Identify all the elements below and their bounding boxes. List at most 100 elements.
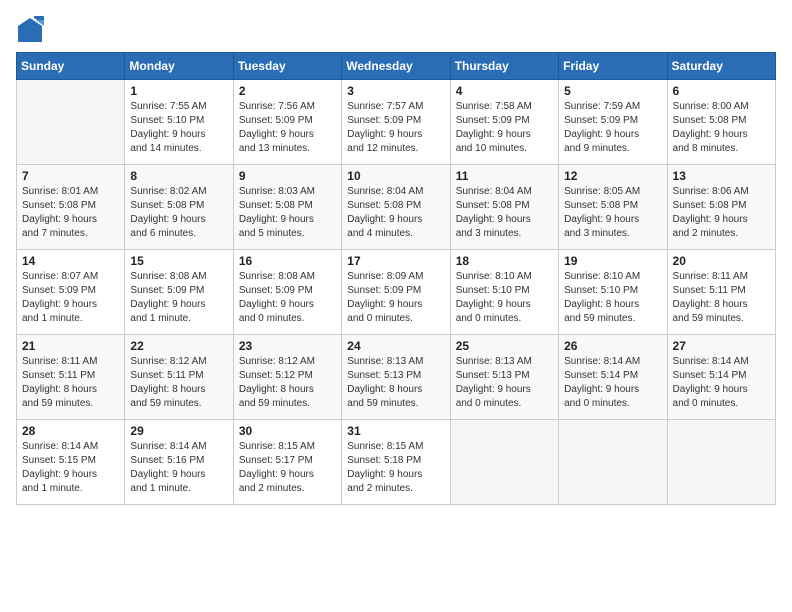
calendar-cell: 9Sunrise: 8:03 AM Sunset: 5:08 PM Daylig… bbox=[233, 165, 341, 250]
day-number: 28 bbox=[22, 424, 119, 438]
day-info: Sunrise: 8:10 AM Sunset: 5:10 PM Dayligh… bbox=[456, 270, 553, 326]
calendar-cell: 30 Sunrise: 8:15 AM Sunset: 5:17 PM Dayli… bbox=[233, 420, 341, 505]
weekday-header-row: SundayMondayTuesdayWednesdayThursdayFrid… bbox=[17, 53, 776, 80]
calendar-cell: 6 Sunrise: 8:00 AM Sunset: 5:08 PM Daylig… bbox=[667, 80, 775, 165]
calendar-cell: 24 Sunrise: 8:13 AM Sunset: 5:13 PM Dayli… bbox=[342, 335, 450, 420]
calendar-cell: 18 Sunrise: 8:10 AM Sunset: 5:10 PM Dayli… bbox=[450, 250, 558, 335]
calendar-table: SundayMondayTuesdayWednesdayThursdayFrid… bbox=[16, 52, 776, 505]
calendar-cell: 7 Sunrise: 8:01 AM Sunset: 5:08 PM Daylig… bbox=[17, 165, 125, 250]
day-info: Sunrise: 7:56 AM Sunset: 5:09 PM Dayligh… bbox=[239, 100, 336, 156]
day-info: Sunrise: 8:13 AM Sunset: 5:13 PM Dayligh… bbox=[347, 355, 444, 411]
calendar-cell: 5 Sunrise: 7:59 AM Sunset: 5:09 PM Daylig… bbox=[559, 80, 667, 165]
day-number: 4 bbox=[456, 84, 553, 98]
day-number: 2 bbox=[239, 84, 336, 98]
day-number: 31 bbox=[347, 424, 444, 438]
day-info: Sunrise: 8:00 AM Sunset: 5:08 PM Dayligh… bbox=[673, 100, 770, 156]
day-info: Sunrise: 7:57 AM Sunset: 5:09 PM Dayligh… bbox=[347, 100, 444, 156]
calendar-week-row: 7 Sunrise: 8:01 AM Sunset: 5:08 PM Daylig… bbox=[17, 165, 776, 250]
calendar-cell: 27 Sunrise: 8:14 AM Sunset: 5:14 PM Dayli… bbox=[667, 335, 775, 420]
weekday-header: Saturday bbox=[667, 53, 775, 80]
calendar-cell: 19 Sunrise: 8:10 AM Sunset: 5:10 PM Dayli… bbox=[559, 250, 667, 335]
day-info: Sunrise: 8:09 AM Sunset: 5:09 PM Dayligh… bbox=[347, 270, 444, 326]
day-info: Sunrise: 8:12 AM Sunset: 5:11 PM Dayligh… bbox=[130, 355, 227, 411]
calendar-cell: 8 Sunrise: 8:02 AM Sunset: 5:08 PM Daylig… bbox=[125, 165, 233, 250]
weekday-header: Thursday bbox=[450, 53, 558, 80]
day-number: 3 bbox=[347, 84, 444, 98]
day-info: Sunrise: 8:14 AM Sunset: 5:15 PM Dayligh… bbox=[22, 440, 119, 496]
calendar-cell bbox=[17, 80, 125, 165]
calendar-cell: 10 Sunrise: 8:04 AM Sunset: 5:08 PM Dayli… bbox=[342, 165, 450, 250]
day-info: Sunrise: 8:12 AM Sunset: 5:12 PM Dayligh… bbox=[239, 355, 336, 411]
calendar-cell bbox=[559, 420, 667, 505]
day-info: Sunrise: 8:15 AM Sunset: 5:18 PM Dayligh… bbox=[347, 440, 444, 496]
calendar-cell bbox=[450, 420, 558, 505]
day-info: Sunrise: 7:58 AM Sunset: 5:09 PM Dayligh… bbox=[456, 100, 553, 156]
day-number: 27 bbox=[673, 339, 770, 353]
calendar-cell: 3 Sunrise: 7:57 AM Sunset: 5:09 PM Daylig… bbox=[342, 80, 450, 165]
day-info: Sunrise: 8:14 AM Sunset: 5:16 PM Dayligh… bbox=[130, 440, 227, 496]
day-number: 5 bbox=[564, 84, 661, 98]
day-number: 18 bbox=[456, 254, 553, 268]
day-number: 21 bbox=[22, 339, 119, 353]
weekday-header: Tuesday bbox=[233, 53, 341, 80]
day-number: 29 bbox=[130, 424, 227, 438]
page-header bbox=[16, 16, 776, 44]
calendar-cell: 25 Sunrise: 8:13 AM Sunset: 5:13 PM Dayli… bbox=[450, 335, 558, 420]
calendar-week-row: 1 Sunrise: 7:55 AM Sunset: 5:10 PM Daylig… bbox=[17, 80, 776, 165]
calendar-cell: 26 Sunrise: 8:14 AM Sunset: 5:14 PM Dayli… bbox=[559, 335, 667, 420]
day-number: 20 bbox=[673, 254, 770, 268]
day-info: Sunrise: 8:08 AM Sunset: 5:09 PM Dayligh… bbox=[130, 270, 227, 326]
calendar-week-row: 28 Sunrise: 8:14 AM Sunset: 5:15 PM Dayli… bbox=[17, 420, 776, 505]
calendar-cell: 17Sunrise: 8:09 AM Sunset: 5:09 PM Dayli… bbox=[342, 250, 450, 335]
calendar-cell bbox=[667, 420, 775, 505]
day-number: 30 bbox=[239, 424, 336, 438]
day-info: Sunrise: 8:07 AM Sunset: 5:09 PM Dayligh… bbox=[22, 270, 119, 326]
day-info: Sunrise: 7:59 AM Sunset: 5:09 PM Dayligh… bbox=[564, 100, 661, 156]
day-info: Sunrise: 7:55 AM Sunset: 5:10 PM Dayligh… bbox=[130, 100, 227, 156]
day-info: Sunrise: 8:11 AM Sunset: 5:11 PM Dayligh… bbox=[673, 270, 770, 326]
day-number: 7 bbox=[22, 169, 119, 183]
calendar-cell: 11Sunrise: 8:04 AM Sunset: 5:08 PM Dayli… bbox=[450, 165, 558, 250]
day-info: Sunrise: 8:04 AM Sunset: 5:08 PM Dayligh… bbox=[347, 185, 444, 241]
day-number: 19 bbox=[564, 254, 661, 268]
calendar-cell: 4 Sunrise: 7:58 AM Sunset: 5:09 PM Daylig… bbox=[450, 80, 558, 165]
day-number: 16 bbox=[239, 254, 336, 268]
day-info: Sunrise: 8:14 AM Sunset: 5:14 PM Dayligh… bbox=[673, 355, 770, 411]
calendar-cell: 23Sunrise: 8:12 AM Sunset: 5:12 PM Dayli… bbox=[233, 335, 341, 420]
day-number: 24 bbox=[347, 339, 444, 353]
day-number: 14 bbox=[22, 254, 119, 268]
day-number: 26 bbox=[564, 339, 661, 353]
calendar-cell: 1 Sunrise: 7:55 AM Sunset: 5:10 PM Daylig… bbox=[125, 80, 233, 165]
calendar-cell: 13Sunrise: 8:06 AM Sunset: 5:08 PM Dayli… bbox=[667, 165, 775, 250]
weekday-header: Sunday bbox=[17, 53, 125, 80]
calendar-cell: 20 Sunrise: 8:11 AM Sunset: 5:11 PM Dayli… bbox=[667, 250, 775, 335]
day-number: 8 bbox=[130, 169, 227, 183]
day-number: 25 bbox=[456, 339, 553, 353]
weekday-header: Wednesday bbox=[342, 53, 450, 80]
day-number: 10 bbox=[347, 169, 444, 183]
weekday-header: Monday bbox=[125, 53, 233, 80]
day-info: Sunrise: 8:14 AM Sunset: 5:14 PM Dayligh… bbox=[564, 355, 661, 411]
calendar-cell: 31 Sunrise: 8:15 AM Sunset: 5:18 PM Dayli… bbox=[342, 420, 450, 505]
calendar-cell: 14 Sunrise: 8:07 AM Sunset: 5:09 PM Dayli… bbox=[17, 250, 125, 335]
calendar-cell: 12Sunrise: 8:05 AM Sunset: 5:08 PM Dayli… bbox=[559, 165, 667, 250]
day-info: Sunrise: 8:13 AM Sunset: 5:13 PM Dayligh… bbox=[456, 355, 553, 411]
day-info: Sunrise: 8:08 AM Sunset: 5:09 PM Dayligh… bbox=[239, 270, 336, 326]
logo-icon bbox=[16, 16, 44, 44]
day-info: Sunrise: 8:10 AM Sunset: 5:10 PM Dayligh… bbox=[564, 270, 661, 326]
calendar-cell: 15Sunrise: 8:08 AM Sunset: 5:09 PM Dayli… bbox=[125, 250, 233, 335]
day-number: 1 bbox=[130, 84, 227, 98]
day-info: Sunrise: 8:15 AM Sunset: 5:17 PM Dayligh… bbox=[239, 440, 336, 496]
day-number: 13 bbox=[673, 169, 770, 183]
day-info: Sunrise: 8:02 AM Sunset: 5:08 PM Dayligh… bbox=[130, 185, 227, 241]
day-info: Sunrise: 8:01 AM Sunset: 5:08 PM Dayligh… bbox=[22, 185, 119, 241]
day-number: 6 bbox=[673, 84, 770, 98]
weekday-header: Friday bbox=[559, 53, 667, 80]
day-info: Sunrise: 8:05 AM Sunset: 5:08 PM Dayligh… bbox=[564, 185, 661, 241]
calendar-cell: 21Sunrise: 8:11 AM Sunset: 5:11 PM Dayli… bbox=[17, 335, 125, 420]
day-info: Sunrise: 8:03 AM Sunset: 5:08 PM Dayligh… bbox=[239, 185, 336, 241]
calendar-week-row: 14 Sunrise: 8:07 AM Sunset: 5:09 PM Dayli… bbox=[17, 250, 776, 335]
calendar-cell: 16 Sunrise: 8:08 AM Sunset: 5:09 PM Dayli… bbox=[233, 250, 341, 335]
calendar-week-row: 21Sunrise: 8:11 AM Sunset: 5:11 PM Dayli… bbox=[17, 335, 776, 420]
day-number: 22 bbox=[130, 339, 227, 353]
